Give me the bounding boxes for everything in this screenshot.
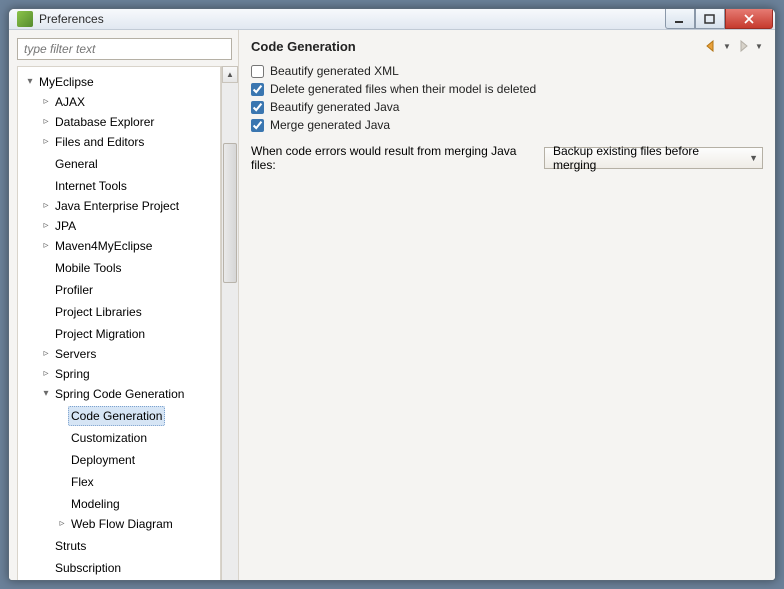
tree-item-myeclipse[interactable]: ▾MyEclipse — [24, 73, 101, 91]
preferences-window: Preferences ▾MyEclipse ▹AJAX — [8, 8, 776, 581]
close-button[interactable] — [725, 9, 773, 29]
app-icon — [17, 11, 33, 27]
content-row: ▾MyEclipse ▹AJAX ▹Database Explorer ▹Fil… — [9, 30, 775, 581]
scroll-up-button[interactable]: ▲ — [222, 66, 238, 83]
checkbox-merge-java[interactable]: Merge generated Java — [251, 118, 763, 132]
filter-input[interactable] — [17, 38, 232, 60]
tree-item-spring-code-gen[interactable]: ▾Spring Code Generation — [40, 385, 191, 403]
tree-item-subscription[interactable]: Subscription — [40, 559, 128, 577]
tree-item-jpa[interactable]: ▹JPA — [40, 217, 83, 235]
merge-errors-label: When code errors would result from mergi… — [251, 144, 538, 172]
options-group: Beautify generated XML Delete generated … — [251, 64, 763, 132]
chevron-down-icon: ▼ — [749, 153, 758, 163]
tree-item-general[interactable]: General — [40, 155, 105, 173]
window-title: Preferences — [39, 12, 665, 26]
tree-item-customization[interactable]: Customization — [56, 429, 154, 447]
dialog-body: ▾MyEclipse ▹AJAX ▹Database Explorer ▹Fil… — [9, 30, 775, 581]
scroll-thumb[interactable] — [223, 143, 237, 283]
tree-item-spring[interactable]: ▹Spring — [40, 365, 97, 383]
tree-item-project-migration[interactable]: Project Migration — [40, 325, 152, 343]
titlebar[interactable]: Preferences — [9, 9, 775, 30]
tree-wrap: ▾MyEclipse ▹AJAX ▹Database Explorer ▹Fil… — [17, 66, 238, 581]
tree-item-maven[interactable]: ▹Maven4MyEclipse — [40, 237, 159, 255]
back-icon[interactable] — [703, 38, 719, 54]
tree-scrollbar[interactable]: ▲ ▼ — [221, 66, 238, 581]
forward-icon[interactable] — [735, 38, 751, 54]
tree-item-jee-project[interactable]: ▹Java Enterprise Project — [40, 197, 186, 215]
checkbox-beautify-java[interactable]: Beautify generated Java — [251, 100, 763, 114]
back-menu-icon[interactable]: ▼ — [723, 38, 731, 54]
tree-item-project-libraries[interactable]: Project Libraries — [40, 303, 149, 321]
checkbox-beautify-xml-input[interactable] — [251, 65, 264, 78]
right-pane: Code Generation ▼ ▼ Beautify generated X… — [239, 30, 775, 581]
left-pane: ▾MyEclipse ▹AJAX ▹Database Explorer ▹Fil… — [9, 30, 239, 581]
tree-item-modeling[interactable]: Modeling — [56, 495, 127, 513]
checkbox-beautify-xml[interactable]: Beautify generated XML — [251, 64, 763, 78]
merge-errors-row: When code errors would result from mergi… — [251, 144, 763, 172]
checkbox-merge-java-input[interactable] — [251, 119, 264, 132]
preferences-tree[interactable]: ▾MyEclipse ▹AJAX ▹Database Explorer ▹Fil… — [17, 66, 221, 581]
checkbox-delete-generated[interactable]: Delete generated files when their model … — [251, 82, 763, 96]
tree-item-profiler[interactable]: Profiler — [40, 281, 100, 299]
merge-errors-value: Backup existing files before merging — [553, 144, 741, 172]
checkbox-beautify-java-input[interactable] — [251, 101, 264, 114]
tree-item-ajax[interactable]: ▹AJAX — [40, 93, 92, 111]
tree-item-internet-tools[interactable]: Internet Tools — [40, 177, 134, 195]
tree-item-mobile-tools[interactable]: Mobile Tools — [40, 259, 128, 277]
minimize-button[interactable] — [665, 9, 695, 29]
checkbox-delete-generated-input[interactable] — [251, 83, 264, 96]
scroll-track[interactable] — [222, 83, 238, 581]
page-header: Code Generation ▼ ▼ — [251, 38, 763, 54]
window-buttons — [665, 9, 773, 29]
tree-item-code-generation[interactable]: Code Generation — [56, 407, 169, 425]
tree-item-servers[interactable]: ▹Servers — [40, 345, 103, 363]
maximize-button[interactable] — [695, 9, 725, 29]
merge-errors-combo[interactable]: Backup existing files before merging ▼ — [544, 147, 763, 169]
tree-item-database-explorer[interactable]: ▹Database Explorer — [40, 113, 161, 131]
tree-item-files-editors[interactable]: ▹Files and Editors — [40, 133, 151, 151]
page-title: Code Generation — [251, 39, 703, 54]
tree-item-deployment[interactable]: Deployment — [56, 451, 142, 469]
tree-item-web-flow-diagram[interactable]: ▹Web Flow Diagram — [56, 515, 180, 533]
page-nav-icons: ▼ ▼ — [703, 38, 763, 54]
tree-item-struts[interactable]: Struts — [40, 537, 93, 555]
tree-item-flex[interactable]: Flex — [56, 473, 101, 491]
forward-menu-icon[interactable]: ▼ — [755, 38, 763, 54]
